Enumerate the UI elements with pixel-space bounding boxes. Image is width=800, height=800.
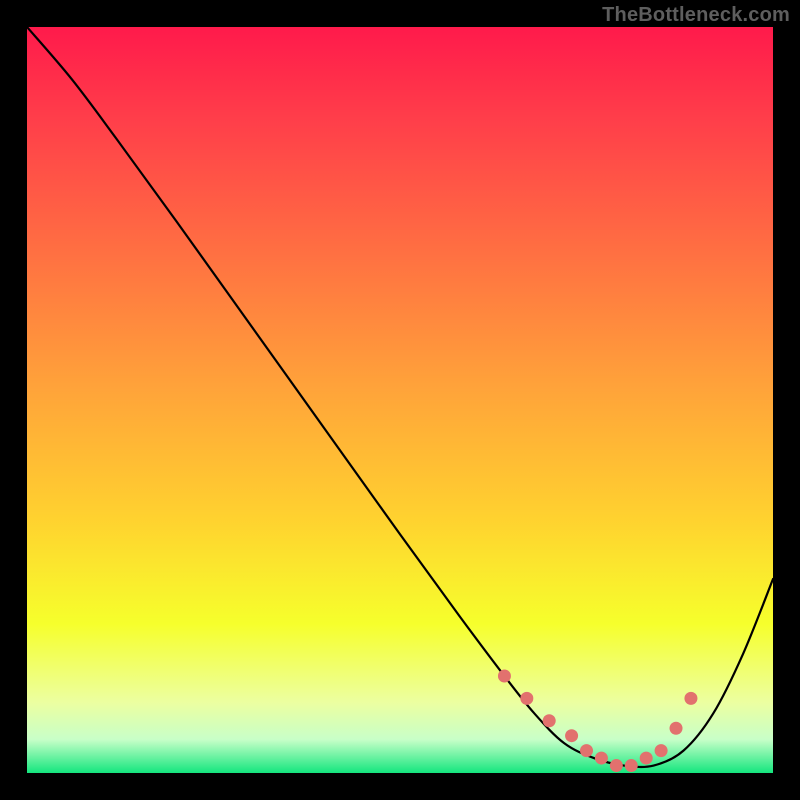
highlight-dot: [565, 729, 578, 742]
highlight-dot: [625, 759, 638, 772]
plot-background: [27, 27, 773, 773]
chart-stage: { "watermark": "TheBottleneck.com", "plo…: [0, 0, 800, 800]
highlight-dot: [580, 744, 593, 757]
bottleneck-chart: [0, 0, 800, 800]
highlight-dot: [520, 692, 533, 705]
watermark: TheBottleneck.com: [602, 4, 790, 27]
highlight-dot: [684, 692, 697, 705]
highlight-dot: [498, 670, 511, 683]
highlight-dot: [640, 752, 653, 765]
highlight-dot: [595, 752, 608, 765]
highlight-dot: [543, 714, 556, 727]
highlight-dot: [670, 722, 683, 735]
highlight-dot: [655, 744, 668, 757]
highlight-dot: [610, 759, 623, 772]
